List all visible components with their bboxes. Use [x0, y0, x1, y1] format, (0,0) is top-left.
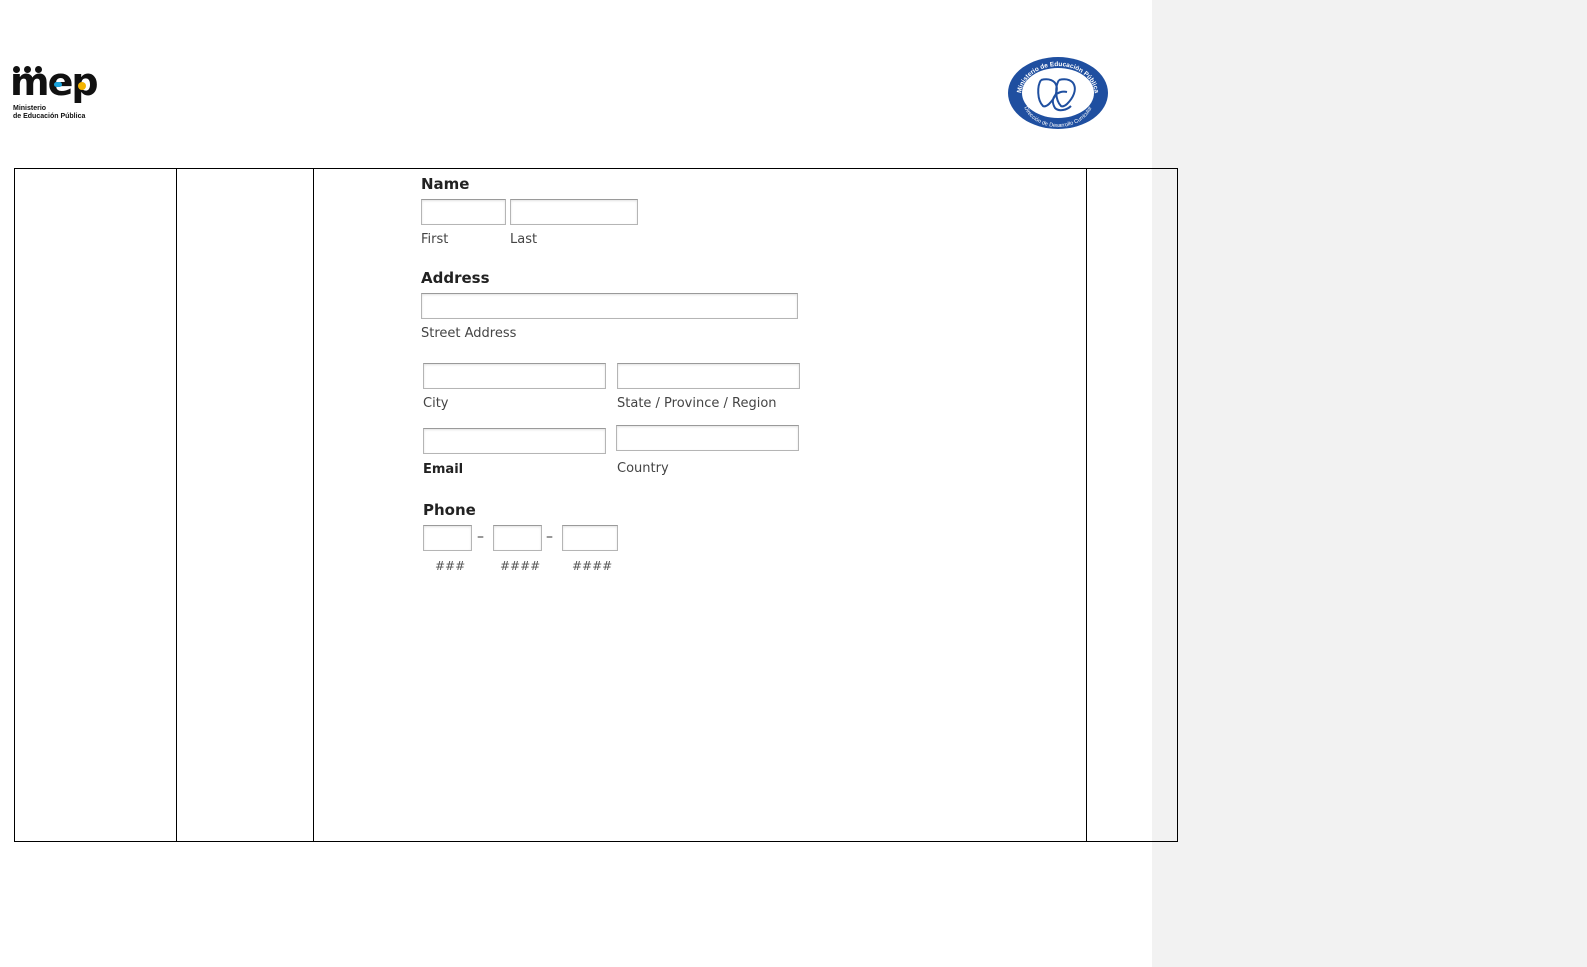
- document-table: [14, 168, 1178, 842]
- street-address-field[interactable]: [421, 293, 798, 319]
- city-label: City: [423, 396, 449, 411]
- state-field[interactable]: [617, 363, 800, 389]
- mep-dot-3: [35, 66, 42, 73]
- country-label: Country: [617, 461, 669, 476]
- phone-area-hint: ###: [435, 559, 466, 573]
- first-name-label: First: [421, 232, 449, 247]
- table-column-divider-1: [176, 169, 177, 841]
- mep-logo-line1: Ministerio: [13, 105, 47, 112]
- mep-dot-1: [13, 66, 20, 73]
- table-column-divider-2: [313, 169, 314, 841]
- mep-logo-line2: de Educación Pública: [13, 113, 86, 120]
- email-label: Email: [423, 462, 464, 477]
- state-label: State / Province / Region: [617, 396, 777, 411]
- last-name-label: Last: [510, 232, 538, 247]
- phone-line-hint: ####: [572, 559, 613, 573]
- name-heading: Name: [421, 175, 470, 193]
- country-field[interactable]: [616, 425, 799, 451]
- first-name-field[interactable]: [421, 199, 506, 225]
- email-field[interactable]: [423, 428, 606, 454]
- comment-margin-pane: [1152, 0, 1587, 967]
- city-field[interactable]: [423, 363, 606, 389]
- address-heading: Address: [421, 269, 490, 287]
- phone-prefix-field[interactable]: [493, 525, 542, 551]
- mep-accent-blue: [54, 82, 62, 87]
- mep-accent-yellow: [78, 82, 86, 90]
- phone-prefix-hint: ####: [500, 559, 541, 573]
- mep-logo: mep Ministerio de Educación Pública: [10, 63, 110, 126]
- phone-line-field[interactable]: [562, 525, 618, 551]
- table-column-divider-3: [1086, 169, 1087, 841]
- mep-dot-2: [24, 66, 31, 73]
- ddc-seal-logo: Ministerio de Educación Pública Direcció…: [1008, 57, 1108, 129]
- phone-separator-2: –: [546, 529, 553, 545]
- phone-separator-1: –: [477, 529, 484, 545]
- phone-heading: Phone: [423, 501, 476, 519]
- last-name-field[interactable]: [510, 199, 638, 225]
- street-address-label: Street Address: [421, 326, 517, 341]
- phone-area-field[interactable]: [423, 525, 472, 551]
